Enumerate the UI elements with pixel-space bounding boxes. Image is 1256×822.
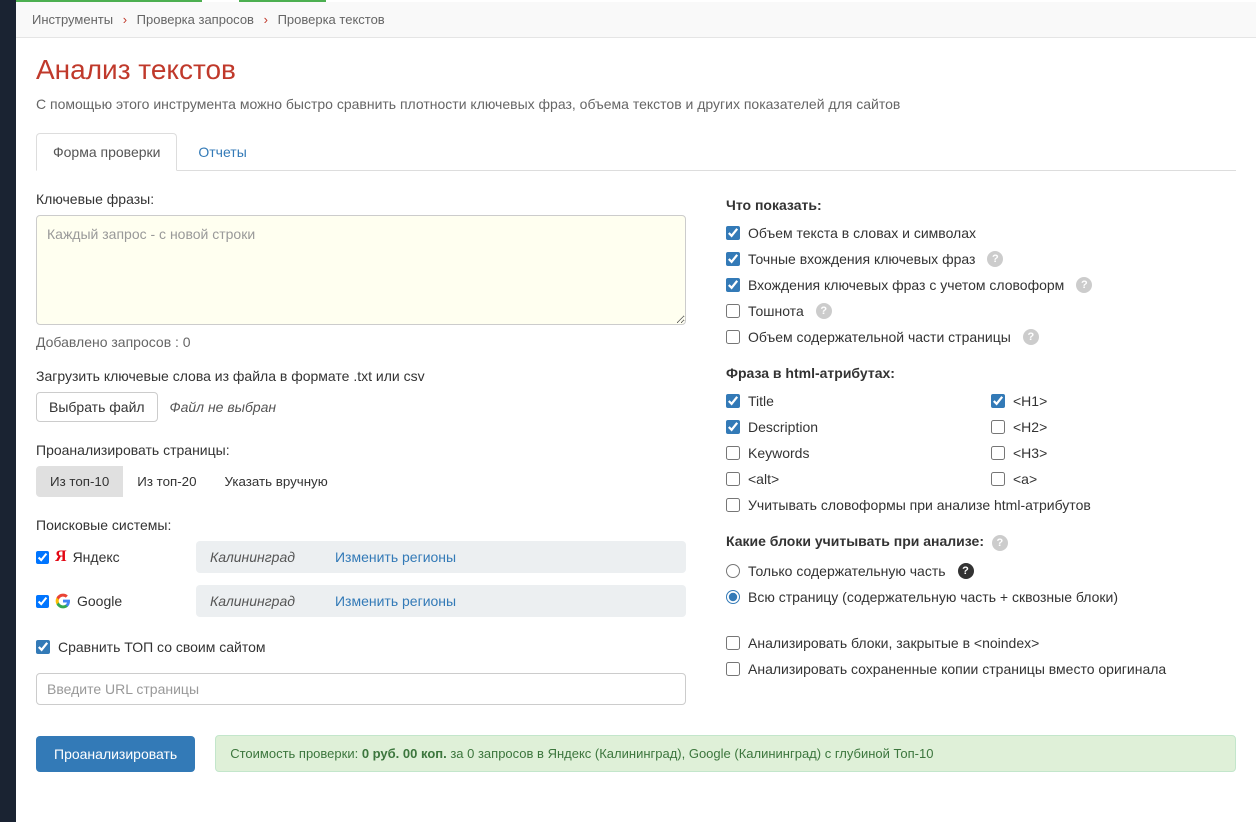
attr-description-checkbox[interactable] bbox=[726, 420, 740, 434]
attr-alt-checkbox[interactable] bbox=[726, 472, 740, 486]
analyze-button[interactable]: Проанализировать bbox=[36, 736, 195, 772]
breadcrumb-item-tools[interactable]: Инструменты bbox=[32, 12, 113, 27]
chevron-right-icon: › bbox=[264, 12, 268, 27]
choose-file-button[interactable]: Выбрать файл bbox=[36, 392, 158, 422]
help-icon[interactable]: ? bbox=[816, 303, 832, 319]
attr-keywords-checkbox[interactable] bbox=[726, 446, 740, 460]
tab-form[interactable]: Форма проверки bbox=[36, 133, 177, 171]
yandex-icon: Я bbox=[55, 548, 67, 566]
show-volume-checkbox[interactable] bbox=[726, 226, 740, 240]
help-icon[interactable]: ? bbox=[1076, 277, 1092, 293]
help-icon[interactable]: ? bbox=[987, 251, 1003, 267]
tabs: Форма проверки Отчеты bbox=[36, 132, 1236, 171]
google-label: Google bbox=[77, 593, 122, 609]
google-change-region[interactable]: Изменить регионы bbox=[335, 593, 456, 609]
wordforms-attrs-checkbox[interactable] bbox=[726, 498, 740, 512]
compare-url-input[interactable] bbox=[36, 673, 686, 705]
help-icon[interactable]: ? bbox=[958, 563, 974, 579]
attr-h3-checkbox[interactable] bbox=[991, 446, 1005, 460]
engine-row-yandex: Я Яндекс Калининград Изменить регионы bbox=[36, 541, 686, 573]
attr-h1-checkbox[interactable] bbox=[991, 394, 1005, 408]
attr-h2-checkbox[interactable] bbox=[991, 420, 1005, 434]
blocks-content-radio[interactable] bbox=[726, 564, 740, 578]
seg-manual[interactable]: Указать вручную bbox=[211, 466, 342, 497]
yandex-checkbox[interactable] bbox=[36, 551, 49, 564]
upload-label: Загрузить ключевые слова из файла в форм… bbox=[36, 368, 686, 384]
compare-top-checkbox[interactable] bbox=[36, 640, 50, 654]
keyphrases-textarea[interactable] bbox=[36, 215, 686, 325]
yandex-change-region[interactable]: Изменить регионы bbox=[335, 549, 456, 565]
cost-info: Стоимость проверки: 0 руб. 00 коп. за 0 … bbox=[215, 735, 1236, 772]
show-exact-checkbox[interactable] bbox=[726, 252, 740, 266]
added-count: Добавлено запросов : 0 bbox=[36, 334, 686, 350]
blocks-label: Какие блоки учитывать при анализе: ? bbox=[726, 533, 1236, 551]
saved-copies-checkbox[interactable] bbox=[726, 662, 740, 676]
google-checkbox[interactable] bbox=[36, 595, 49, 608]
chevron-right-icon: › bbox=[123, 12, 127, 27]
blocks-full-radio[interactable] bbox=[726, 590, 740, 604]
tab-reports[interactable]: Отчеты bbox=[181, 133, 263, 170]
page-subtitle: С помощью этого инструмента можно быстро… bbox=[36, 96, 1236, 112]
noindex-checkbox[interactable] bbox=[726, 636, 740, 650]
analyze-pages-label: Проанализировать страницы: bbox=[36, 442, 686, 458]
show-content-volume-checkbox[interactable] bbox=[726, 330, 740, 344]
file-status: Файл не выбран bbox=[169, 399, 276, 415]
google-region: Калининград bbox=[210, 593, 295, 609]
yandex-region-pill: Калининград Изменить регионы bbox=[196, 541, 686, 573]
attr-title-checkbox[interactable] bbox=[726, 394, 740, 408]
attr-a-checkbox[interactable] bbox=[991, 472, 1005, 486]
breadcrumb: Инструменты › Проверка запросов › Провер… bbox=[16, 2, 1256, 38]
compare-top-row: Сравнить ТОП со своим сайтом bbox=[36, 639, 686, 655]
seg-top20[interactable]: Из топ-20 bbox=[123, 466, 210, 497]
attrs-label: Фраза в html-атрибутах: bbox=[726, 365, 1236, 381]
help-icon[interactable]: ? bbox=[1023, 329, 1039, 345]
engines-label: Поисковые системы: bbox=[36, 517, 686, 533]
breadcrumb-item-text-check: Проверка текстов bbox=[278, 12, 385, 27]
keyphrases-label: Ключевые фразы: bbox=[36, 191, 686, 207]
show-forms-checkbox[interactable] bbox=[726, 278, 740, 292]
help-icon[interactable]: ? bbox=[992, 535, 1008, 551]
seg-top10[interactable]: Из топ-10 bbox=[36, 466, 123, 497]
breadcrumb-item-query-check[interactable]: Проверка запросов bbox=[137, 12, 254, 27]
engine-row-google: Google Калининград Изменить регионы bbox=[36, 585, 686, 617]
google-icon bbox=[55, 593, 71, 609]
what-to-show-label: Что показать: bbox=[726, 197, 1236, 213]
google-region-pill: Калининград Изменить регионы bbox=[196, 585, 686, 617]
page-title: Анализ текстов bbox=[36, 54, 1236, 86]
yandex-region: Калининград bbox=[210, 549, 295, 565]
analyze-segment-group: Из топ-10 Из топ-20 Указать вручную bbox=[36, 466, 342, 497]
yandex-label: Яндекс bbox=[73, 549, 120, 565]
show-nausea-checkbox[interactable] bbox=[726, 304, 740, 318]
compare-top-label: Сравнить ТОП со своим сайтом bbox=[58, 639, 266, 655]
